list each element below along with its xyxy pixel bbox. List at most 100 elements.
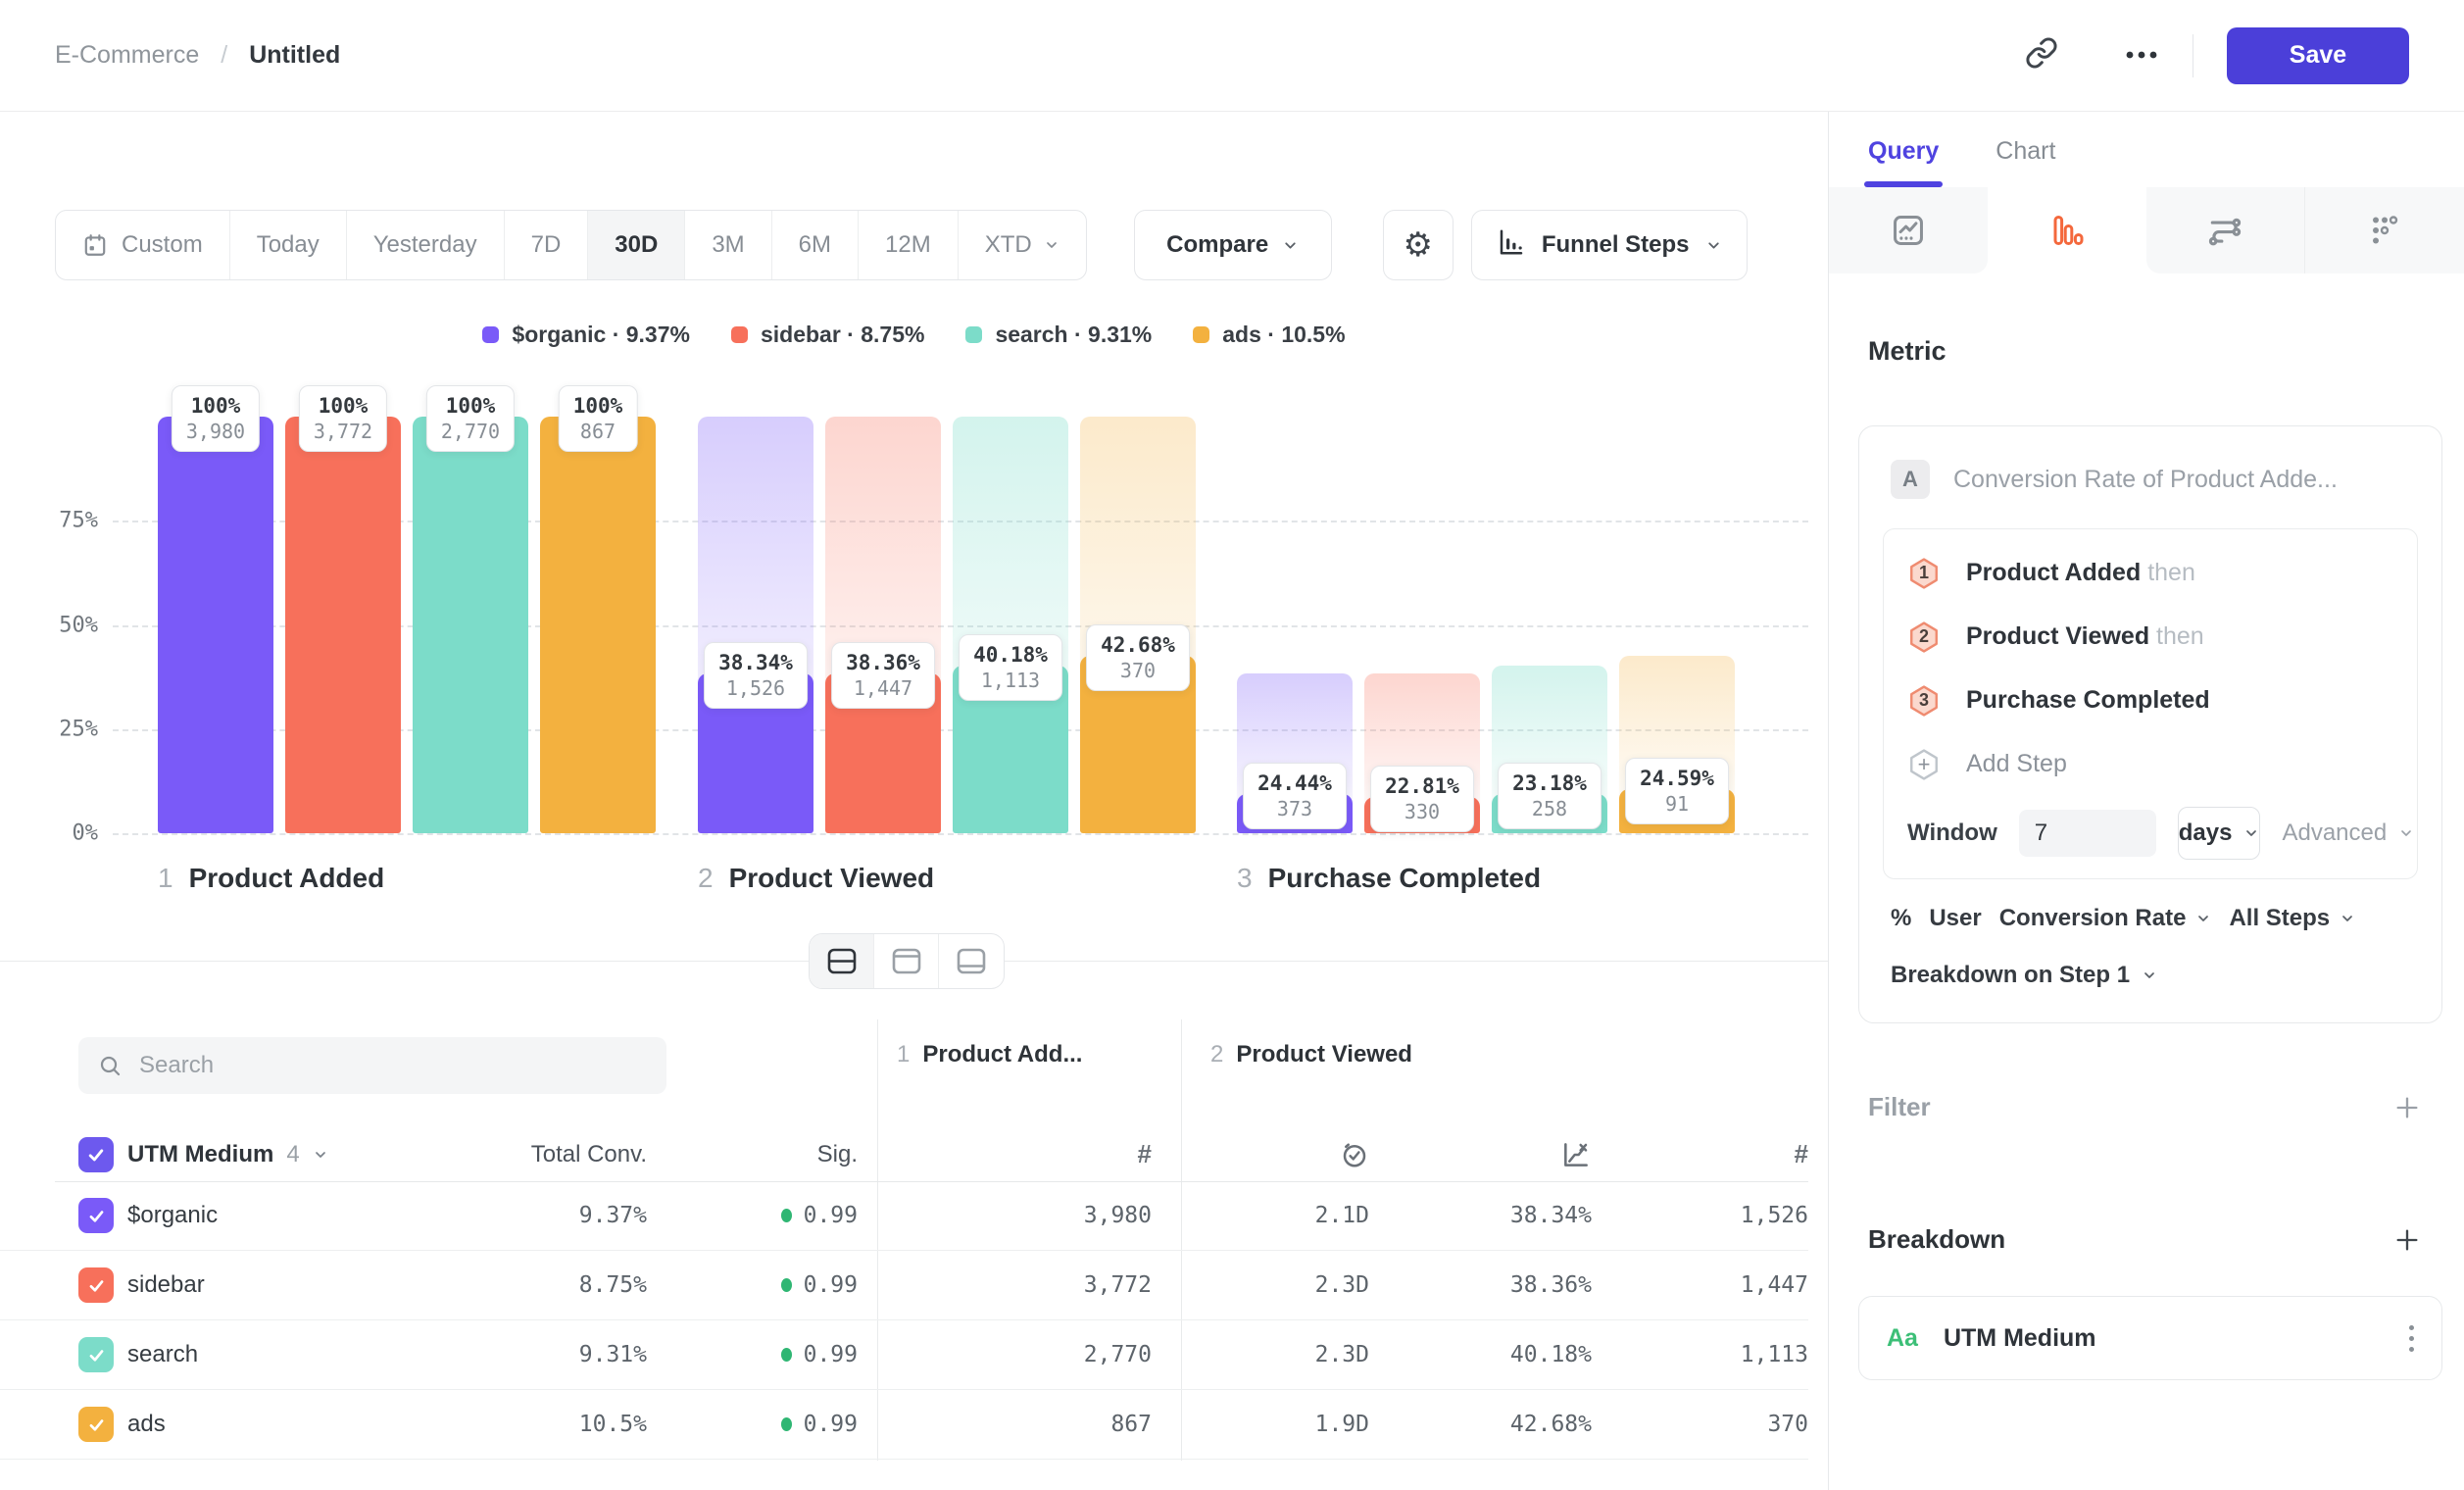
window-unit-select[interactable]: days (2178, 807, 2261, 860)
y-axis-tick: 75% (39, 509, 98, 533)
legend-item-search[interactable]: search · 9.31% (965, 322, 1152, 348)
flows-icon (2206, 212, 2243, 249)
measure-entity[interactable]: User (1929, 905, 1981, 932)
layout-toggle (809, 933, 1005, 989)
breakdown-label: Breakdown (1868, 1224, 2005, 1255)
chevron-down-icon (2243, 825, 2259, 841)
advanced-toggle[interactable]: Advanced (2282, 820, 2414, 847)
breakdown-on-step-select[interactable]: Breakdown on Step 1 (1891, 962, 2410, 989)
bar-search-step1[interactable] (413, 417, 528, 833)
legend-item-organic[interactable]: $organic · 9.37% (482, 322, 690, 348)
range-today[interactable]: Today (230, 211, 347, 279)
layout-chart-only-button[interactable] (874, 934, 939, 988)
table-row-search[interactable]: search9.31%0.992,7702.3D40.18%1,113 (0, 1320, 1808, 1390)
breakdown-count: 4 (286, 1141, 299, 1168)
tab-insights[interactable] (1829, 187, 1988, 273)
row-checkbox[interactable] (78, 1407, 114, 1442)
range-30d[interactable]: 30D (588, 211, 685, 279)
layout-split-button[interactable] (810, 934, 874, 988)
x-axis-step-label: 2Product Viewed (698, 863, 934, 894)
bar-pct-label: 38.36% (846, 650, 920, 676)
metric-title: Conversion Rate of Product Adde... (1953, 466, 2338, 494)
range-yesterday[interactable]: Yesterday (347, 211, 505, 279)
add-breakdown-button[interactable] (2393, 1226, 2421, 1254)
count-icon[interactable]: # (1592, 1139, 1808, 1169)
chevron-down-icon (1282, 237, 1299, 254)
chart-settings-button[interactable]: ⚙ (1383, 210, 1454, 280)
range-3m[interactable]: 3M (685, 211, 771, 279)
count-icon[interactable]: # (877, 1139, 1152, 1169)
step2-conv-rate: 38.34% (1369, 1203, 1592, 1228)
bar-pct-label: 40.18% (973, 642, 1048, 669)
tab-chart[interactable]: Chart (1996, 137, 2055, 187)
copy-link-button[interactable] (2014, 28, 2069, 83)
range-custom[interactable]: Custom (56, 211, 230, 279)
range-7d[interactable]: 7D (505, 211, 589, 279)
table-row-ads[interactable]: ads10.5%0.998671.9D42.68%370 (0, 1390, 1808, 1460)
plus-icon (2393, 1094, 2421, 1121)
row-checkbox[interactable] (78, 1267, 114, 1303)
row-name: ads (127, 1411, 387, 1438)
bar-sidebar-step1[interactable] (285, 417, 401, 833)
breakdown-item-label: UTM Medium (1944, 1324, 2096, 1353)
metric-title-row[interactable]: A Conversion Rate of Product Adde... (1883, 454, 2418, 505)
step2-count: 370 (1592, 1412, 1808, 1437)
add-step-label: Add Step (1966, 750, 2067, 778)
row-checkbox[interactable] (78, 1337, 114, 1372)
breadcrumb-project[interactable]: E-Commerce (55, 41, 199, 70)
bar-ads-step1[interactable] (540, 417, 656, 833)
table-row-sidebar[interactable]: sidebar8.75%0.993,7722.3D38.36%1,447 (0, 1251, 1808, 1320)
legend-label: ads · 10.5% (1222, 322, 1345, 348)
add-filter-button[interactable] (2393, 1094, 2421, 1121)
query-step-2[interactable]: 2Product Viewed then (1907, 605, 2393, 669)
step-hexagon-badge: 1 (1907, 557, 1941, 590)
search-input[interactable] (139, 1052, 647, 1079)
step-number: 2 (1210, 1041, 1223, 1068)
step-hexagon-badge: 2 (1907, 621, 1941, 654)
tab-flows[interactable] (2146, 187, 2305, 273)
legend-item-ads[interactable]: ads · 10.5% (1193, 322, 1345, 348)
step-event-name: Purchase Completed (1966, 686, 2210, 715)
save-button[interactable]: Save (2227, 27, 2409, 84)
tab-funnels[interactable] (1988, 187, 2146, 273)
filter-label: Filter (1868, 1092, 1931, 1122)
table-row-organic[interactable]: $organic9.37%0.993,9802.1D38.34%1,526 (0, 1181, 1808, 1251)
query-step-1[interactable]: 1Product Added then (1907, 541, 2393, 605)
tab-query[interactable]: Query (1868, 137, 1939, 187)
range-6m[interactable]: 6M (772, 211, 859, 279)
breakdown-item[interactable]: Aa UTM Medium (1858, 1296, 2442, 1380)
layout-table-only-button[interactable] (939, 934, 1004, 988)
breakdown-column-header[interactable]: UTM Medium 4 (127, 1141, 387, 1168)
bar-organic-step1[interactable] (158, 417, 273, 833)
measure-scope-select[interactable]: All Steps (2229, 905, 2355, 932)
bar-count-label: 867 (573, 420, 623, 444)
compare-button[interactable]: Compare (1134, 210, 1332, 280)
row-name: $organic (127, 1202, 387, 1229)
breadcrumb-report-title[interactable]: Untitled (249, 41, 340, 70)
legend-item-sidebar[interactable]: sidebar · 8.75% (731, 322, 924, 348)
window-value-input[interactable] (2019, 810, 2156, 857)
measure-metric-select[interactable]: Conversion Rate (1999, 905, 2212, 932)
bar-value-badge: 42.68%370 (1086, 624, 1190, 691)
bar-value-badge: 24.44%373 (1243, 763, 1347, 829)
bar-count-label: 1,526 (718, 676, 793, 701)
sig-header[interactable]: Sig. (647, 1141, 858, 1168)
select-all-checkbox[interactable] (78, 1137, 114, 1172)
chevron-down-icon (2398, 825, 2414, 841)
tab-retention[interactable] (2304, 187, 2464, 273)
range-12m[interactable]: 12M (859, 211, 959, 279)
total-conv-header[interactable]: Total Conv. (387, 1141, 647, 1168)
add-step-button[interactable]: + Add Step (1907, 732, 2393, 796)
check-icon (87, 1416, 106, 1434)
row-checkbox[interactable] (78, 1198, 114, 1233)
conv-rate-icon[interactable] (1369, 1139, 1592, 1170)
breakdown-item-menu[interactable] (2409, 1325, 2414, 1352)
y-axis-tick: 25% (39, 717, 98, 741)
step2-avg-time: 2.3D (1181, 1272, 1369, 1298)
range-xtd[interactable]: XTD (959, 211, 1086, 279)
more-menu-button[interactable] (2114, 28, 2169, 83)
chart-type-button[interactable]: Funnel Steps (1471, 210, 1748, 280)
query-step-3[interactable]: 3Purchase Completed (1907, 669, 2393, 732)
measure-symbol[interactable]: % (1891, 905, 1911, 932)
avg-time-icon[interactable] (1181, 1140, 1369, 1169)
